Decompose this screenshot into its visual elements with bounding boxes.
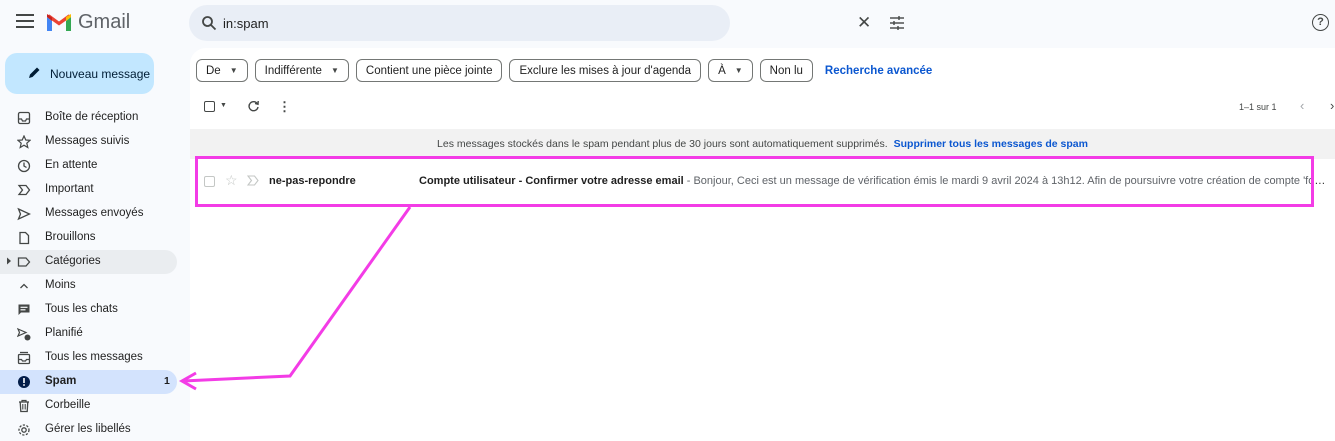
search-bar[interactable]: ✕ — [189, 5, 904, 41]
sidebar-item-manage-labels[interactable]: Gérer les libellés — [0, 418, 177, 441]
sidebar-item-label: Planifié — [45, 327, 83, 339]
sidebar-item-label: Messages suivis — [45, 135, 130, 147]
sidebar-item-spam[interactable]: Spam 1 — [0, 370, 177, 394]
manage-labels-icon — [18, 424, 30, 436]
spam-notice-banner: Les messages stockés dans le spam pendan… — [190, 129, 1335, 159]
sidebar-item-inbox[interactable]: Boîte de réception — [0, 106, 177, 130]
chevron-down-icon: ▼ — [229, 66, 238, 75]
app-name: Gmail — [78, 11, 131, 33]
chip-label: Contient une pièce jointe — [365, 64, 493, 77]
inbox-icon — [17, 111, 31, 125]
chip-label: Indifférente — [264, 64, 322, 77]
list-toolbar: ▼ ⋮ 1–1 sur 1 ‹ › — [190, 96, 1335, 118]
pencil-icon — [29, 67, 40, 78]
chat-icon — [18, 304, 30, 315]
sidebar-item-trash[interactable]: Corbeille — [0, 394, 177, 418]
chevron-up-icon — [20, 283, 28, 289]
sidebar-item-label: Tous les chats — [45, 303, 118, 315]
sidebar-item-scheduled[interactable]: Planifié — [0, 322, 177, 346]
chip-label: À — [718, 64, 726, 77]
select-options-chevron-icon[interactable]: ▼ — [220, 102, 227, 109]
help-icon[interactable]: ? — [1312, 14, 1329, 31]
trash-icon — [19, 399, 29, 413]
sidebar-item-label: Messages envoyés — [45, 207, 144, 219]
label-icon — [17, 257, 31, 267]
more-options-icon[interactable]: ⋮ — [278, 99, 291, 115]
chip-label: Non lu — [769, 64, 803, 77]
sidebar-item-snoozed[interactable]: En attente — [0, 154, 177, 178]
sidebar-nav: Boîte de réception Messages suivis En at… — [0, 106, 185, 441]
sidebar-item-chats[interactable]: Tous les chats — [0, 298, 177, 322]
spam-icon — [18, 376, 30, 388]
filter-exclude-calendar-chip[interactable]: Exclure les mises à jour d'agenda — [509, 59, 702, 82]
top-bar: Gmail ✕ ? — [0, 0, 1335, 48]
scheduled-icon — [17, 327, 31, 341]
all-mail-icon — [17, 351, 31, 365]
sidebar-item-label: Corbeille — [45, 399, 91, 411]
pagination-range: 1–1 sur 1 — [1239, 102, 1277, 112]
sidebar-item-important[interactable]: Important — [0, 178, 177, 202]
clock-icon — [17, 159, 31, 173]
search-filter-chips: De ▼ Indifférente ▼ Contient une pièce joi… — [196, 59, 932, 82]
sidebar-item-drafts[interactable]: Brouillons — [0, 226, 177, 250]
filter-attachment-chip[interactable]: Contient une pièce jointe — [355, 59, 503, 82]
advanced-search-link[interactable]: Recherche avancée — [825, 65, 932, 77]
delete-all-spam-link[interactable]: Supprimer tous les messages de spam — [894, 138, 1088, 150]
sidebar-item-label: En attente — [45, 159, 98, 171]
filter-unread-chip[interactable]: Non lu — [759, 59, 813, 82]
sidebar-item-label: Tous les messages — [45, 351, 143, 363]
chevron-down-icon: ▼ — [330, 66, 339, 75]
gmail-logo[interactable]: Gmail — [46, 11, 130, 34]
sidebar-item-starred[interactable]: Messages suivis — [0, 130, 177, 154]
spam-notice-text: Les messages stockés dans le spam pendan… — [437, 138, 888, 150]
clear-search-icon[interactable]: ✕ — [857, 14, 871, 31]
sidebar-item-label: Brouillons — [45, 231, 96, 243]
sidebar-item-label: Spam — [45, 375, 77, 387]
filter-from-chip[interactable]: De ▼ — [196, 59, 248, 82]
search-input[interactable] — [223, 14, 623, 32]
filter-to-chip[interactable]: À ▼ — [708, 59, 753, 82]
sidebar-item-label: Moins — [45, 279, 76, 291]
sidebar-item-label: Catégories — [45, 255, 101, 267]
select-all-checkbox[interactable] — [204, 101, 215, 112]
draft-icon — [19, 231, 30, 245]
sidebar-item-categories[interactable]: Catégories — [0, 250, 177, 274]
main-panel: De ▼ Indifférente ▼ Contient une pièce joi… — [190, 48, 1335, 441]
refresh-icon[interactable] — [247, 100, 260, 113]
compose-label: Nouveau message — [50, 67, 151, 81]
star-icon — [17, 135, 31, 149]
main-menu-icon[interactable] — [16, 14, 34, 28]
search-options-icon[interactable] — [889, 15, 905, 31]
sidebar-item-less[interactable]: Moins — [0, 274, 177, 298]
compose-button[interactable]: Nouveau message — [5, 53, 154, 94]
annotation-highlight-box — [195, 156, 1314, 207]
next-page-icon[interactable]: › — [1330, 98, 1334, 113]
expand-arrow-icon[interactable] — [6, 257, 12, 265]
gmail-m-icon — [47, 13, 71, 31]
unread-count-badge: 1 — [164, 375, 170, 387]
sidebar-item-all-mail[interactable]: Tous les messages — [0, 346, 177, 370]
sidebar-item-sent[interactable]: Messages envoyés — [0, 202, 177, 226]
send-icon — [17, 207, 31, 221]
chip-label: Exclure les mises à jour d'agenda — [519, 64, 692, 77]
chevron-down-icon: ▼ — [734, 66, 743, 75]
filter-date-chip[interactable]: Indifférente ▼ — [254, 59, 349, 82]
previous-page-icon[interactable]: ‹ — [1300, 98, 1304, 113]
sidebar-item-label: Boîte de réception — [45, 111, 139, 123]
sidebar-item-label: Important — [45, 183, 94, 195]
sidebar-item-label: Gérer les libellés — [45, 423, 131, 435]
search-icon[interactable] — [201, 15, 217, 31]
important-icon — [17, 184, 31, 196]
chip-label: De — [206, 64, 221, 77]
